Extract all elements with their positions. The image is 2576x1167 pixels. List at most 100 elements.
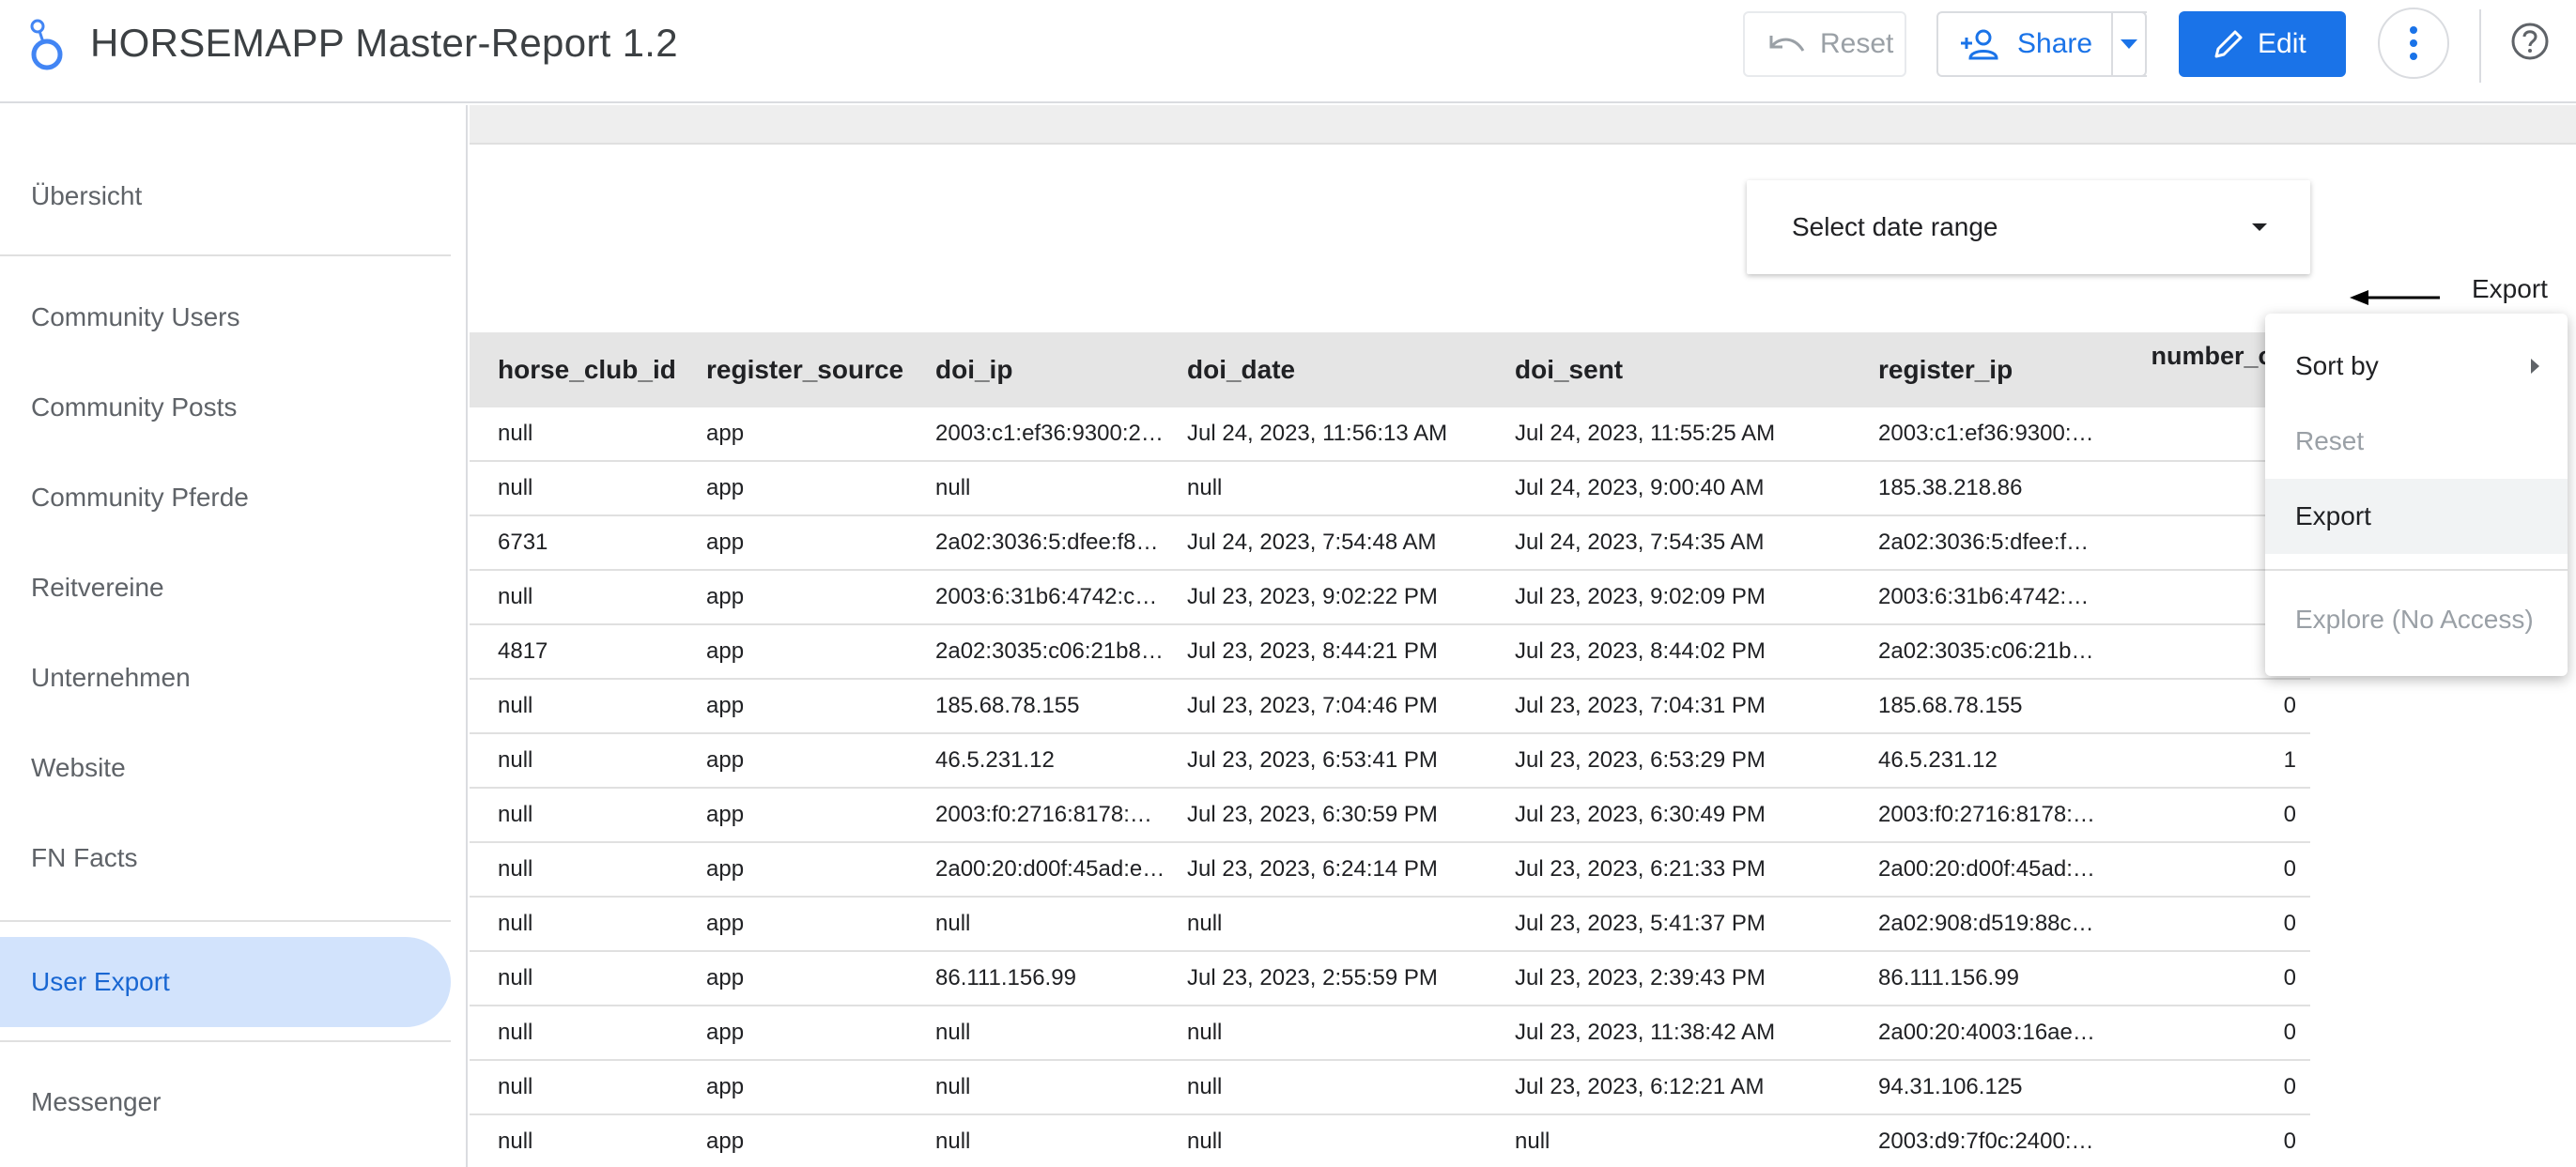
table-row[interactable]: null app 46.5.231.12 Jul 23, 2023, 6:53:41 … [470, 734, 2310, 789]
table-cell-doi-sent: Jul 24, 2023, 7:54:35 AM [1515, 530, 1765, 555]
table-cell-doi-ip: 185.68.78.155 [935, 693, 1080, 718]
column-header-register-source[interactable]: register_source [706, 332, 922, 407]
date-range-label: Select date range [1792, 212, 1998, 241]
table-cell-horse-club-id: null [498, 1074, 533, 1099]
table-cell-doi-ip: null [935, 475, 971, 500]
table-row[interactable]: 6731 app 2a02:3036:5:dfee:f8… Jul 24, 2023,… [470, 516, 2310, 571]
table-cell-horse-club-id: null [498, 856, 533, 882]
nav-item-community-posts[interactable]: Community Posts [0, 362, 451, 453]
nav-item-fn-facts[interactable]: FN Facts [0, 813, 451, 903]
more-vert-icon [2410, 26, 2417, 60]
looker-studio-logo-icon[interactable] [24, 19, 68, 71]
export-annotation-text: Export [2472, 274, 2548, 303]
table-cell-register-ip: 94.31.106.125 [1878, 1074, 2023, 1099]
table-cell-doi-ip: 46.5.231.12 [935, 747, 1055, 773]
table-cell-doi-sent: Jul 23, 2023, 5:41:37 PM [1515, 911, 1766, 936]
person-add-icon [1961, 29, 1998, 60]
table-cell-register-ip: 2a00:20:d00f:45ad:… [1878, 856, 2095, 882]
table-row[interactable]: null app 2a00:20:d00f:45ad:e… Jul 23, 2023,… [470, 843, 2310, 898]
table-cell-register-source: app [706, 802, 745, 827]
table-row[interactable]: null app 2003:6:31b6:4742:c… Jul 23, 2023, … [470, 571, 2310, 625]
nav-item-unternehmen[interactable]: Unternehmen [0, 633, 451, 723]
menu-item-label: Export [2295, 501, 2371, 530]
table-cell-horse-club-id: null [498, 965, 533, 990]
nav-divider [0, 920, 451, 922]
nav-item-community-users[interactable]: Community Users [0, 272, 451, 362]
table-cell-doi-date: Jul 23, 2023, 2:55:59 PM [1187, 965, 1438, 990]
nav-divider [0, 1040, 451, 1042]
table-cell-register-source: app [706, 638, 745, 664]
column-header-register-ip[interactable]: register_ip [1878, 332, 2104, 407]
undo-icon [1769, 36, 1805, 52]
menu-item-sort-by[interactable]: Sort by [2265, 329, 2568, 404]
chart-context-menu: Sort by Reset Export Explore (No Access) [2265, 314, 2568, 676]
table-cell-number-of: 0 [2283, 693, 2296, 718]
table-cell-number-of: 0 [2283, 1129, 2296, 1154]
table-cell-register-ip: 2003:f0:2716:8178:… [1878, 802, 2095, 827]
share-options-dropdown[interactable] [2111, 11, 2147, 77]
nav-item-uebersicht[interactable]: Übersicht [0, 151, 451, 241]
table-row[interactable]: null app null null null 2003:d9:7f0c:2400:… 0 [470, 1115, 2310, 1167]
column-header-horse-club-id[interactable]: horse_club_id [498, 332, 686, 407]
table-cell-doi-date: null [1187, 1020, 1223, 1045]
table-cell-doi-sent: Jul 24, 2023, 11:55:25 AM [1515, 421, 1776, 446]
nav-item-reitvereine[interactable]: Reitvereine [0, 543, 451, 633]
table-row[interactable]: null app 2003:f0:2716:8178:… Jul 23, 2023, … [470, 789, 2310, 843]
column-header-doi-date[interactable]: doi_date [1187, 332, 1506, 407]
table-cell-doi-sent: Jul 23, 2023, 6:21:33 PM [1515, 856, 1766, 882]
table-cell-doi-date: Jul 23, 2023, 9:02:22 PM [1187, 584, 1438, 609]
edit-label: Edit [2258, 28, 2306, 59]
report-canvas: Select date range Export horse_club_id r… [470, 105, 2576, 1167]
table-cell-doi-sent: Jul 23, 2023, 6:53:29 PM [1515, 747, 1766, 773]
table-row[interactable]: null app 185.68.78.155 Jul 23, 2023, 7:04:4… [470, 680, 2310, 734]
nav-item-website[interactable]: Website [0, 723, 451, 813]
table-cell-doi-sent: Jul 23, 2023, 6:12:21 AM [1515, 1074, 1765, 1099]
reset-label: Reset [1820, 28, 1894, 59]
table-cell-doi-date: Jul 23, 2023, 6:30:59 PM [1187, 802, 1438, 827]
table-cell-register-source: app [706, 693, 745, 718]
table-cell-register-ip: 2a02:908:d519:88c… [1878, 911, 2094, 936]
table-cell-doi-sent: Jul 23, 2023, 9:02:09 PM [1515, 584, 1766, 609]
column-header-doi-sent[interactable]: doi_sent [1515, 332, 1862, 407]
help-icon[interactable] [2509, 21, 2551, 62]
table-cell-doi-ip: null [935, 911, 971, 936]
table-cell-doi-date: Jul 23, 2023, 6:53:41 PM [1187, 747, 1438, 773]
menu-item-export[interactable]: Export [2265, 479, 2568, 554]
nav-item-messenger[interactable]: Messenger [0, 1057, 451, 1147]
table-cell-horse-club-id: null [498, 747, 533, 773]
date-range-control[interactable]: Select date range [1747, 180, 2310, 274]
report-title[interactable]: HORSEMAPP Master-Report 1.2 [90, 21, 678, 66]
page-navigation-sidebar: Übersicht Community Users Community Post… [0, 105, 468, 1167]
table-row[interactable]: null app null null Jul 23, 2023, 11:38:42 AM… [470, 1006, 2310, 1061]
reset-button[interactable]: Reset [1743, 11, 1906, 77]
table-cell-register-source: app [706, 1129, 745, 1154]
table-cell-horse-club-id: null [498, 802, 533, 827]
nav-divider [0, 254, 451, 256]
table-cell-doi-date: Jul 23, 2023, 8:44:21 PM [1187, 638, 1438, 664]
table-cell-register-source: app [706, 1020, 745, 1045]
table-cell-horse-club-id: null [498, 693, 533, 718]
table-cell-doi-ip: null [935, 1074, 971, 1099]
menu-item-label: Explore (No Access) [2295, 605, 2534, 634]
table-cell-doi-ip: 2003:6:31b6:4742:c… [935, 584, 1158, 609]
table-row[interactable]: null app 2003:c1:ef36:9300:2… Jul 24, 2023,… [470, 407, 2310, 462]
table-row[interactable]: 4817 app 2a02:3035:c06:21b8… Jul 23, 2023, … [470, 625, 2310, 680]
table-row[interactable]: null app null null Jul 23, 2023, 6:12:21 AM 9… [470, 1061, 2310, 1115]
menu-item-explore: Explore (No Access) [2265, 582, 2568, 657]
column-header-doi-ip[interactable]: doi_ip [935, 332, 1170, 407]
table-cell-doi-ip: null [935, 1129, 971, 1154]
edit-button[interactable]: Edit [2179, 11, 2346, 77]
more-options-button[interactable] [2378, 8, 2449, 79]
table-cell-register-source: app [706, 856, 745, 882]
pencil-icon [2214, 30, 2243, 58]
nav-item-community-pferde[interactable]: Community Pferde [0, 453, 451, 543]
table-cell-register-source: app [706, 584, 745, 609]
table-row[interactable]: null app null null Jul 23, 2023, 5:41:37 PM 2… [470, 898, 2310, 952]
table-row[interactable]: null app 86.111.156.99 Jul 23, 2023, 2:55:5… [470, 952, 2310, 1006]
nav-item-user-export[interactable]: User Export [0, 937, 451, 1027]
table-cell-doi-sent: Jul 23, 2023, 2:39:43 PM [1515, 965, 1766, 990]
dropdown-arrow-icon [2252, 223, 2267, 231]
table-cell-doi-date: null [1187, 1129, 1223, 1154]
table-cell-number-of: 0 [2283, 911, 2296, 936]
table-row[interactable]: null app null null Jul 24, 2023, 9:00:40 AM 1… [470, 462, 2310, 516]
